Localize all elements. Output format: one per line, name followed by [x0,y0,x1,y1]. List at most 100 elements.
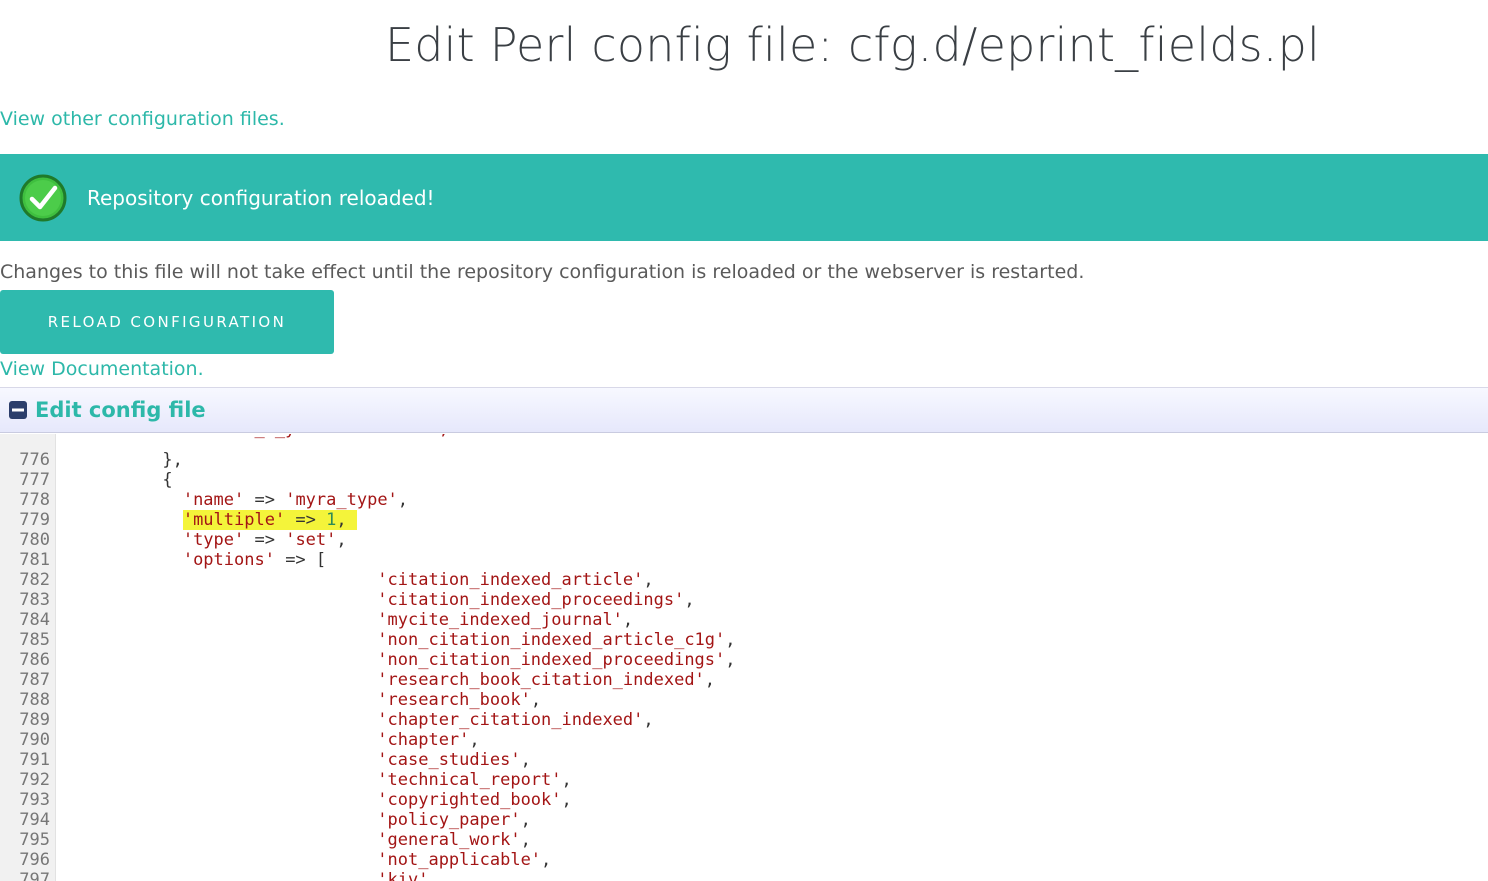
code-token: 'chapter' [377,730,470,750]
line-number: 779 [19,510,50,530]
code-token: 'copyrighted_book' [377,790,562,810]
code-text: 'copyrighted_book', [60,790,572,810]
code-token: 1 [326,510,337,530]
code-text: 'non_citation_indexed_article_c1g', [60,630,736,650]
line-number: 778 [19,490,50,510]
code-text: 'multiple' => 1, [60,510,357,530]
line-number: 780 [19,530,50,550]
code-text: 'options' => [ [60,550,326,570]
code-token: , [704,670,716,690]
code-token: , [397,490,409,510]
line-number: 789 [19,710,50,730]
line-number: 795 [19,830,50,850]
line-number: 776 [19,450,50,470]
line-number: 797 [19,870,50,881]
line-number: 787 [19,670,50,690]
view-other-config-link[interactable]: View other configuration files. [0,108,285,130]
code-token: 'kiv' [377,870,429,881]
line-number: 790 [19,730,50,750]
view-documentation-link[interactable]: View Documentation. [0,358,204,380]
code-text: 'policy_paper', [60,810,531,830]
code-text: { [60,470,173,490]
line-number: 782 [19,570,50,590]
code-token: 'multiple' [182,510,286,530]
code-text: }, [60,450,183,470]
code-text: 'citation_indexed_article', [60,570,654,590]
code-token: , [530,690,542,710]
code-token: }, [60,450,183,470]
code-token: 'chapter_citation_indexed' [377,710,644,730]
code-token: , [336,510,357,530]
code-token: 'mycite_indexed_journal' [377,610,623,630]
code-token: 'technical_report' [377,770,562,790]
code-token: { [60,470,173,490]
code-token: => [244,490,286,510]
code-token: 'options' [182,550,275,570]
code-text: 'name' => 'myra_type', [60,490,408,510]
line-number: 796 [19,850,50,870]
code-token: 'non_citation_indexed_proceedings' [377,650,726,670]
code-token: 'research_book' [377,690,531,710]
code-text: 'non_citation_indexed_proceedings', [60,650,736,670]
code-token: , [469,730,480,750]
page-title: Edit Perl config file: cfg.d/eprint_fiel… [385,18,1320,72]
line-number: 788 [19,690,50,710]
code-text: 'case_studies', [60,750,531,770]
code-token: 'f_ _y , [60,434,449,439]
code-text: 'not_applicable', [60,850,551,870]
reload-configuration-button[interactable]: RELOAD CONFIGURATION [0,290,334,354]
code-token: 'type' [182,530,245,550]
code-token: , [643,570,654,590]
code-token: => [285,510,327,530]
code-text: 'general_work', [60,830,531,850]
code-token: , [622,610,634,630]
code-text: 'type' => 'set', [60,530,347,550]
code-token: , [643,710,654,730]
code-token: , [684,590,695,610]
line-number: 791 [19,750,50,770]
panel-title: Edit config file [35,398,206,422]
code-token: , [725,630,736,650]
code-token: , [725,650,736,670]
banner-message: Repository configuration reloaded! [87,185,435,210]
check-circle-icon [19,174,67,221]
line-number: 786 [19,650,50,670]
minus-square-icon[interactable] [8,400,28,420]
success-banner: Repository configuration reloaded! [0,154,1488,241]
line-number: 777 [19,470,50,490]
code-token: , [428,870,439,881]
code-text: 'citation_indexed_proceedings', [60,590,695,610]
code-token: => [ [274,550,327,570]
code-token: , [561,790,572,810]
code-token: 'general_work' [377,830,521,850]
code-text: 'f_ _y , [60,434,449,450]
code-token: 'citation_indexed_article' [377,570,644,590]
code-token: , [520,830,531,850]
code-token: 'policy_paper' [377,810,521,830]
code-token: => [244,530,286,550]
line-number: 783 [19,590,50,610]
code-editor[interactable]: 'f_ _y , 776 }, 777 {778 'name' => 'myra_t… [0,434,1488,881]
edit-config-panel-header[interactable]: Edit config file [0,387,1488,433]
code-token: 'name' [182,490,245,510]
code-token: 'myra_type' [285,490,398,510]
code-text: 'research_book_citation_indexed', [60,670,715,690]
line-number: 781 [19,550,50,570]
line-number: 794 [19,810,50,830]
